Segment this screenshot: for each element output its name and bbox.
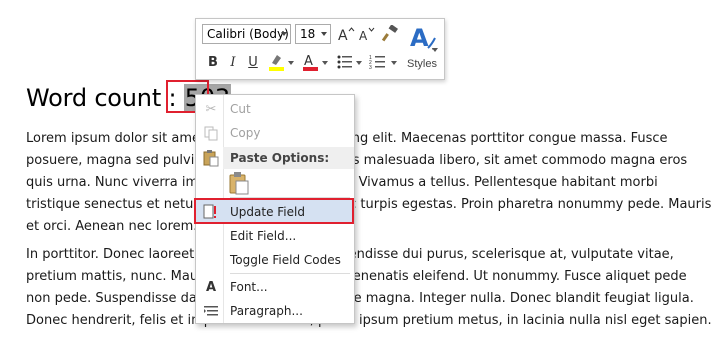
paragraph-line: Lorem ipsum dolor sit amet, consectetuer… (26, 131, 668, 146)
styles-label: Styles (407, 58, 437, 70)
menu-separator (230, 273, 350, 274)
grow-font-button[interactable]: A (336, 24, 356, 44)
paragraph-line: non pede. Suspendisse dapibus lorem pell… (26, 291, 694, 306)
shrink-font-button[interactable]: A (357, 24, 377, 44)
menu-item-label: Font... (230, 280, 268, 294)
paste-icon (202, 149, 220, 167)
font-name-value: Calibri (Body) (207, 27, 289, 41)
menu-item-label: Toggle Field Codes (230, 253, 341, 267)
highlighter-icon (269, 55, 284, 71)
bold-icon: B (208, 54, 218, 70)
paragraph-2: In porttitor. Donec laoreet nonummy augu… (26, 244, 712, 332)
format-painter-icon (381, 25, 398, 42)
paragraph-line: Donec hendrerit, felis et imperdiet euis… (26, 313, 712, 328)
format-painter-button[interactable] (380, 24, 400, 44)
chevron-down-icon (281, 32, 287, 36)
font-name-dropdown[interactable]: Calibri (Body) (202, 24, 291, 44)
shrink-font-icon: A (359, 27, 375, 42)
chevron-down-icon (391, 61, 397, 65)
menu-item-label: Cut (230, 102, 251, 116)
numbered-list-icon: 1 2 3 (369, 55, 385, 71)
underline-icon: U (248, 54, 258, 70)
paste-keep-text-only-button[interactable] (228, 171, 250, 195)
bold-button[interactable]: B (203, 52, 223, 72)
paragraph-line: quis urna. Nunc viverra imperdiet enim. … (26, 175, 658, 190)
paste-options-label: Paste Options: (230, 151, 330, 165)
menu-item-cut[interactable]: ✂ Cut (196, 97, 354, 121)
grow-font-icon: A (338, 27, 355, 42)
chevron-down-icon (321, 32, 327, 36)
context-menu: ✂ Cut Copy Paste Options: Update Field E… (194, 94, 355, 324)
scissors-icon: ✂ (205, 101, 217, 116)
svg-text:3: 3 (369, 65, 372, 71)
mini-toolbar: Calibri (Body) 18 A A A Styles B I U A 1… (195, 18, 445, 80)
italic-button[interactable]: I (223, 52, 243, 72)
font-size-value: 18 (300, 27, 316, 41)
word-count-label: Word count : (26, 84, 184, 112)
bullets-button[interactable] (335, 52, 355, 72)
menu-item-label: Copy (230, 126, 261, 140)
chevron-down-icon (288, 61, 294, 65)
paragraph-line: pretium mattis, nunc. Mauris eget neque … (26, 269, 687, 284)
font-icon: A (205, 279, 217, 295)
svg-text:A: A (359, 29, 368, 42)
svg-text:A: A (304, 54, 313, 69)
bullet-list-icon (337, 55, 352, 69)
chevron-down-icon (356, 61, 362, 65)
clipboard-paste-icon (229, 172, 249, 195)
paragraph-1: Lorem ipsum dolor sit amet, consectetuer… (26, 128, 712, 238)
svg-text:A: A (338, 28, 348, 42)
numbering-button[interactable]: 1 2 3 (368, 52, 388, 72)
italic-icon: I (230, 54, 236, 70)
menu-item-paragraph[interactable]: Paragraph... (196, 299, 354, 323)
menu-item-copy[interactable]: Copy (196, 121, 354, 145)
menu-item-font[interactable]: A Font... (196, 275, 354, 299)
menu-item-toggle-field-codes[interactable]: Toggle Field Codes (196, 248, 354, 272)
highlight-button[interactable] (266, 52, 286, 72)
copy-icon (202, 124, 220, 142)
underline-button[interactable]: U (243, 52, 263, 72)
svg-text:A: A (410, 24, 429, 52)
font-color-icon: A (303, 54, 318, 71)
update-field-highlight-outline (194, 198, 354, 224)
paragraph-line: posuere, magna sed pulvinar ultricies, p… (26, 153, 688, 168)
menu-item-edit-field[interactable]: Edit Field... (196, 224, 354, 248)
paragraph-line: tristique senectus et netus et malesuada… (26, 197, 712, 212)
font-size-dropdown[interactable]: 18 (295, 24, 331, 44)
menu-item-label: Paragraph... (230, 304, 303, 318)
paragraph-icon (202, 302, 220, 320)
paragraph-line: In porttitor. Donec laoreet nonummy augu… (26, 247, 674, 262)
chevron-down-icon (432, 48, 438, 52)
menu-item-label: Edit Field... (230, 229, 297, 243)
font-color-button[interactable]: A (300, 52, 320, 72)
chevron-down-icon (322, 61, 328, 65)
paragraph-line: et orci. Aenean nec lorem. (26, 219, 198, 234)
